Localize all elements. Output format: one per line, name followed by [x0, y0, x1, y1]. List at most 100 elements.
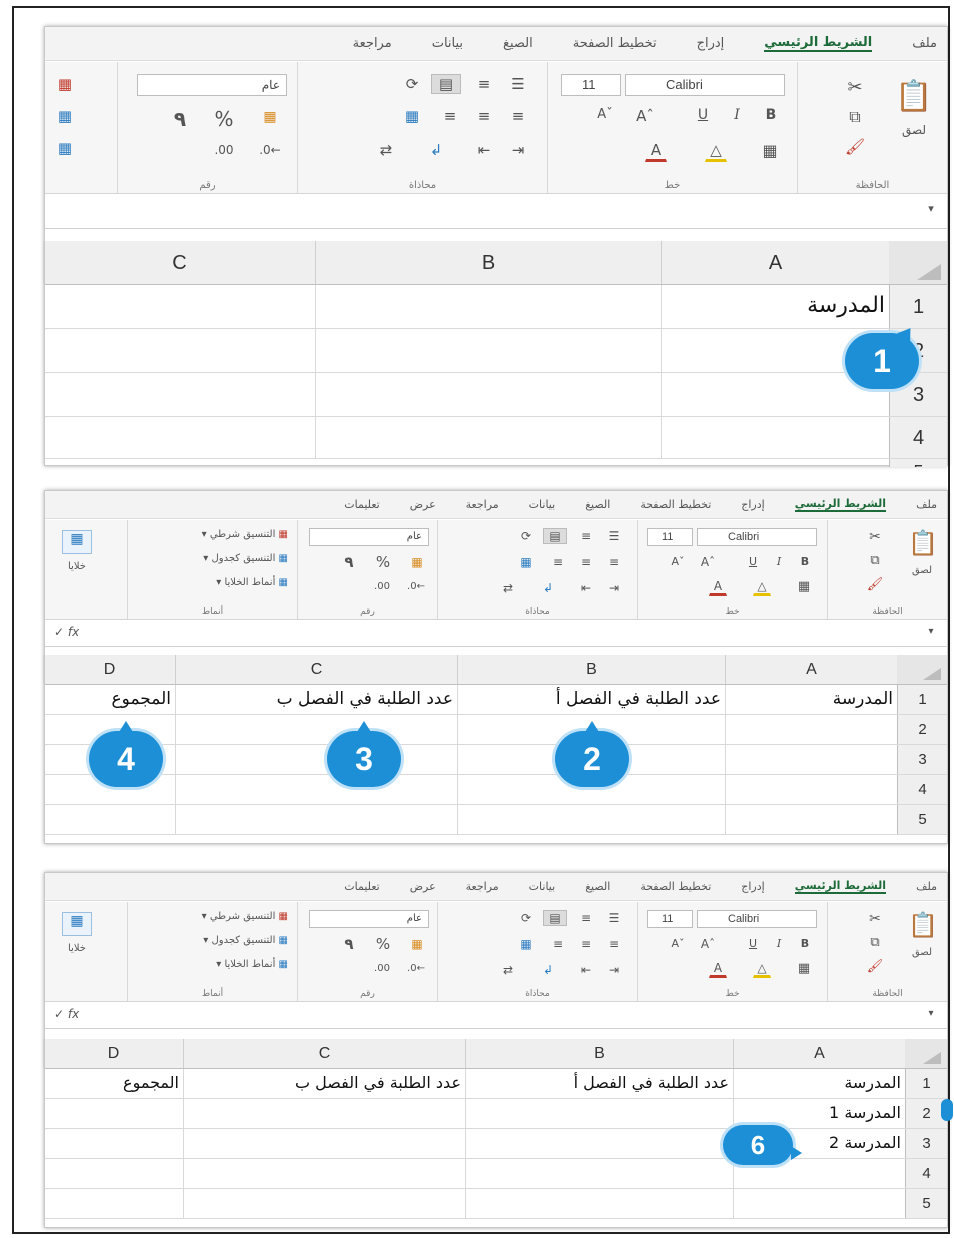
font-size-select[interactable]: 11	[561, 74, 621, 96]
grow-font-button[interactable]: Aˆ	[699, 554, 717, 570]
cell-a2[interactable]	[725, 715, 897, 744]
row-header[interactable]: 5	[897, 805, 947, 834]
cell-b4[interactable]	[465, 1159, 733, 1188]
wrap-text-icon[interactable]: ↲	[425, 140, 447, 160]
column-header-c[interactable]: C	[43, 241, 315, 284]
column-header-b[interactable]: B	[457, 655, 725, 684]
align-right-icon[interactable]: ≡	[605, 936, 623, 952]
indent-increase-icon[interactable]: ⇥	[507, 140, 529, 160]
number-format-select[interactable]: عام	[137, 74, 287, 96]
select-all-corner[interactable]	[889, 241, 947, 284]
cells-icon[interactable]: ▦	[62, 530, 92, 554]
format-as-table-button[interactable]: ▦ التنسيق كجدول ▾	[139, 934, 289, 947]
copy-icon[interactable]: ⧉	[843, 106, 867, 128]
indent-increase-icon[interactable]: ⇥	[605, 962, 623, 978]
cell-b2[interactable]	[315, 329, 661, 372]
tab-page-layout[interactable]: تخطيط الصفحة	[640, 880, 711, 893]
column-header-a[interactable]: A	[661, 241, 889, 284]
cell-a1[interactable]: المدرسة	[661, 285, 889, 328]
percent-style-button[interactable]: %	[373, 552, 393, 572]
tab-data[interactable]: بيانات	[529, 880, 556, 893]
row-header[interactable]: 4	[897, 775, 947, 804]
row-header[interactable]: 2	[897, 715, 947, 744]
fx-icon[interactable]: ✓ fx	[53, 624, 103, 640]
tab-page-layout[interactable]: تخطيط الصفحة	[640, 498, 711, 511]
font-color-icon[interactable]: A	[709, 578, 727, 596]
row-header[interactable]: 3	[897, 745, 947, 774]
italic-button[interactable]: I	[771, 936, 787, 951]
align-left-icon[interactable]: ≡	[549, 554, 567, 570]
format-painter-icon[interactable]: 🖌	[865, 576, 885, 593]
format-painter-icon[interactable]: 🖌	[843, 136, 867, 157]
copy-icon[interactable]: ⧉	[865, 552, 885, 569]
shrink-font-button[interactable]: Aˇ	[593, 106, 617, 123]
tab-data[interactable]: بيانات	[529, 498, 556, 511]
cell-styles-icon[interactable]: ▦	[54, 138, 76, 158]
cell-c1[interactable]: عدد الطلبة في الفصل ب	[183, 1069, 465, 1098]
cell-b1[interactable]: عدد الطلبة في الفصل أ	[465, 1069, 733, 1098]
cell-c3[interactable]	[175, 745, 457, 774]
cut-icon[interactable]: ✂	[843, 76, 867, 99]
cell-c1[interactable]	[43, 285, 315, 328]
row-header[interactable]: 1	[897, 685, 947, 714]
align-middle-icon[interactable]: ≡	[577, 528, 595, 544]
bold-button[interactable]: B	[797, 554, 813, 569]
row-header[interactable]: 4	[889, 417, 947, 458]
cell-d2[interactable]	[43, 1099, 183, 1128]
copy-icon[interactable]: ⧉	[865, 934, 885, 951]
cell-d1[interactable]: المجموع	[43, 685, 175, 714]
wrap-text-icon[interactable]: ↲	[539, 962, 557, 978]
comma-style-button[interactable]: ٩	[339, 552, 359, 572]
cell-a4[interactable]	[661, 417, 889, 458]
column-header-b[interactable]: B	[315, 241, 661, 284]
fill-color-icon[interactable]: △	[753, 578, 771, 596]
align-bottom-icon[interactable]: ▤	[431, 74, 461, 94]
column-header-a[interactable]: A	[733, 1039, 905, 1068]
align-left-icon[interactable]: ≡	[439, 106, 461, 126]
column-header-b[interactable]: B	[465, 1039, 733, 1068]
cell-a1[interactable]: المدرسة	[733, 1069, 905, 1098]
bold-button[interactable]: B	[797, 936, 813, 951]
cell-d5[interactable]	[43, 805, 175, 834]
shrink-font-button[interactable]: Aˇ	[669, 936, 687, 951]
decrease-decimal-icon[interactable]: .00	[371, 580, 393, 593]
cell-a2[interactable]: المدرسة 1	[733, 1099, 905, 1128]
font-size-select[interactable]: 11	[647, 528, 693, 546]
align-bottom-icon[interactable]: ▤	[543, 528, 567, 544]
italic-button[interactable]: I	[727, 106, 747, 124]
cell-b1[interactable]: عدد الطلبة في الفصل أ	[457, 685, 725, 714]
tab-page-layout[interactable]: تخطيط الصفحة	[573, 36, 657, 51]
number-format-select[interactable]: عام	[309, 528, 429, 546]
text-direction-icon[interactable]: ⇄	[499, 580, 517, 596]
borders-icon[interactable]: ▦	[759, 140, 781, 161]
comma-style-button[interactable]: ٩	[167, 106, 193, 132]
cell-c4[interactable]	[175, 775, 457, 804]
decrease-decimal-icon[interactable]: .00	[211, 142, 237, 158]
formula-bar[interactable]: ✓ fx ▾	[45, 621, 947, 647]
paste-button[interactable]: لصق	[903, 946, 941, 959]
cell-b5[interactable]	[465, 1189, 733, 1218]
tab-insert[interactable]: إدراج	[741, 498, 764, 511]
underline-button[interactable]: U	[745, 554, 761, 569]
accounting-format-icon[interactable]: ▦	[257, 108, 283, 126]
chevron-down-icon[interactable]: ▾	[923, 201, 939, 216]
cell-c5[interactable]	[175, 805, 457, 834]
cell-c2[interactable]	[175, 715, 457, 744]
cell-c2[interactable]	[183, 1099, 465, 1128]
cut-icon[interactable]: ✂	[865, 528, 885, 546]
cell-a5[interactable]	[725, 805, 897, 834]
align-right-icon[interactable]: ≡	[507, 106, 529, 126]
cell-b3[interactable]	[465, 1129, 733, 1158]
column-header-c[interactable]: C	[175, 655, 457, 684]
tab-review[interactable]: مراجعة	[353, 36, 392, 51]
font-color-icon[interactable]: A	[709, 960, 727, 978]
cell-d1[interactable]: المجموع	[43, 1069, 183, 1098]
accounting-format-icon[interactable]: ▦	[407, 554, 427, 570]
accounting-format-icon[interactable]: ▦	[407, 936, 427, 952]
cell-d3[interactable]	[43, 1129, 183, 1158]
cells-button[interactable]: خلايا	[58, 942, 96, 955]
tab-help[interactable]: تعليمات	[344, 498, 379, 511]
column-header-c[interactable]: C	[183, 1039, 465, 1068]
tab-home[interactable]: الشريط الرئيسي	[794, 497, 887, 512]
borders-icon[interactable]: ▦	[795, 960, 813, 977]
